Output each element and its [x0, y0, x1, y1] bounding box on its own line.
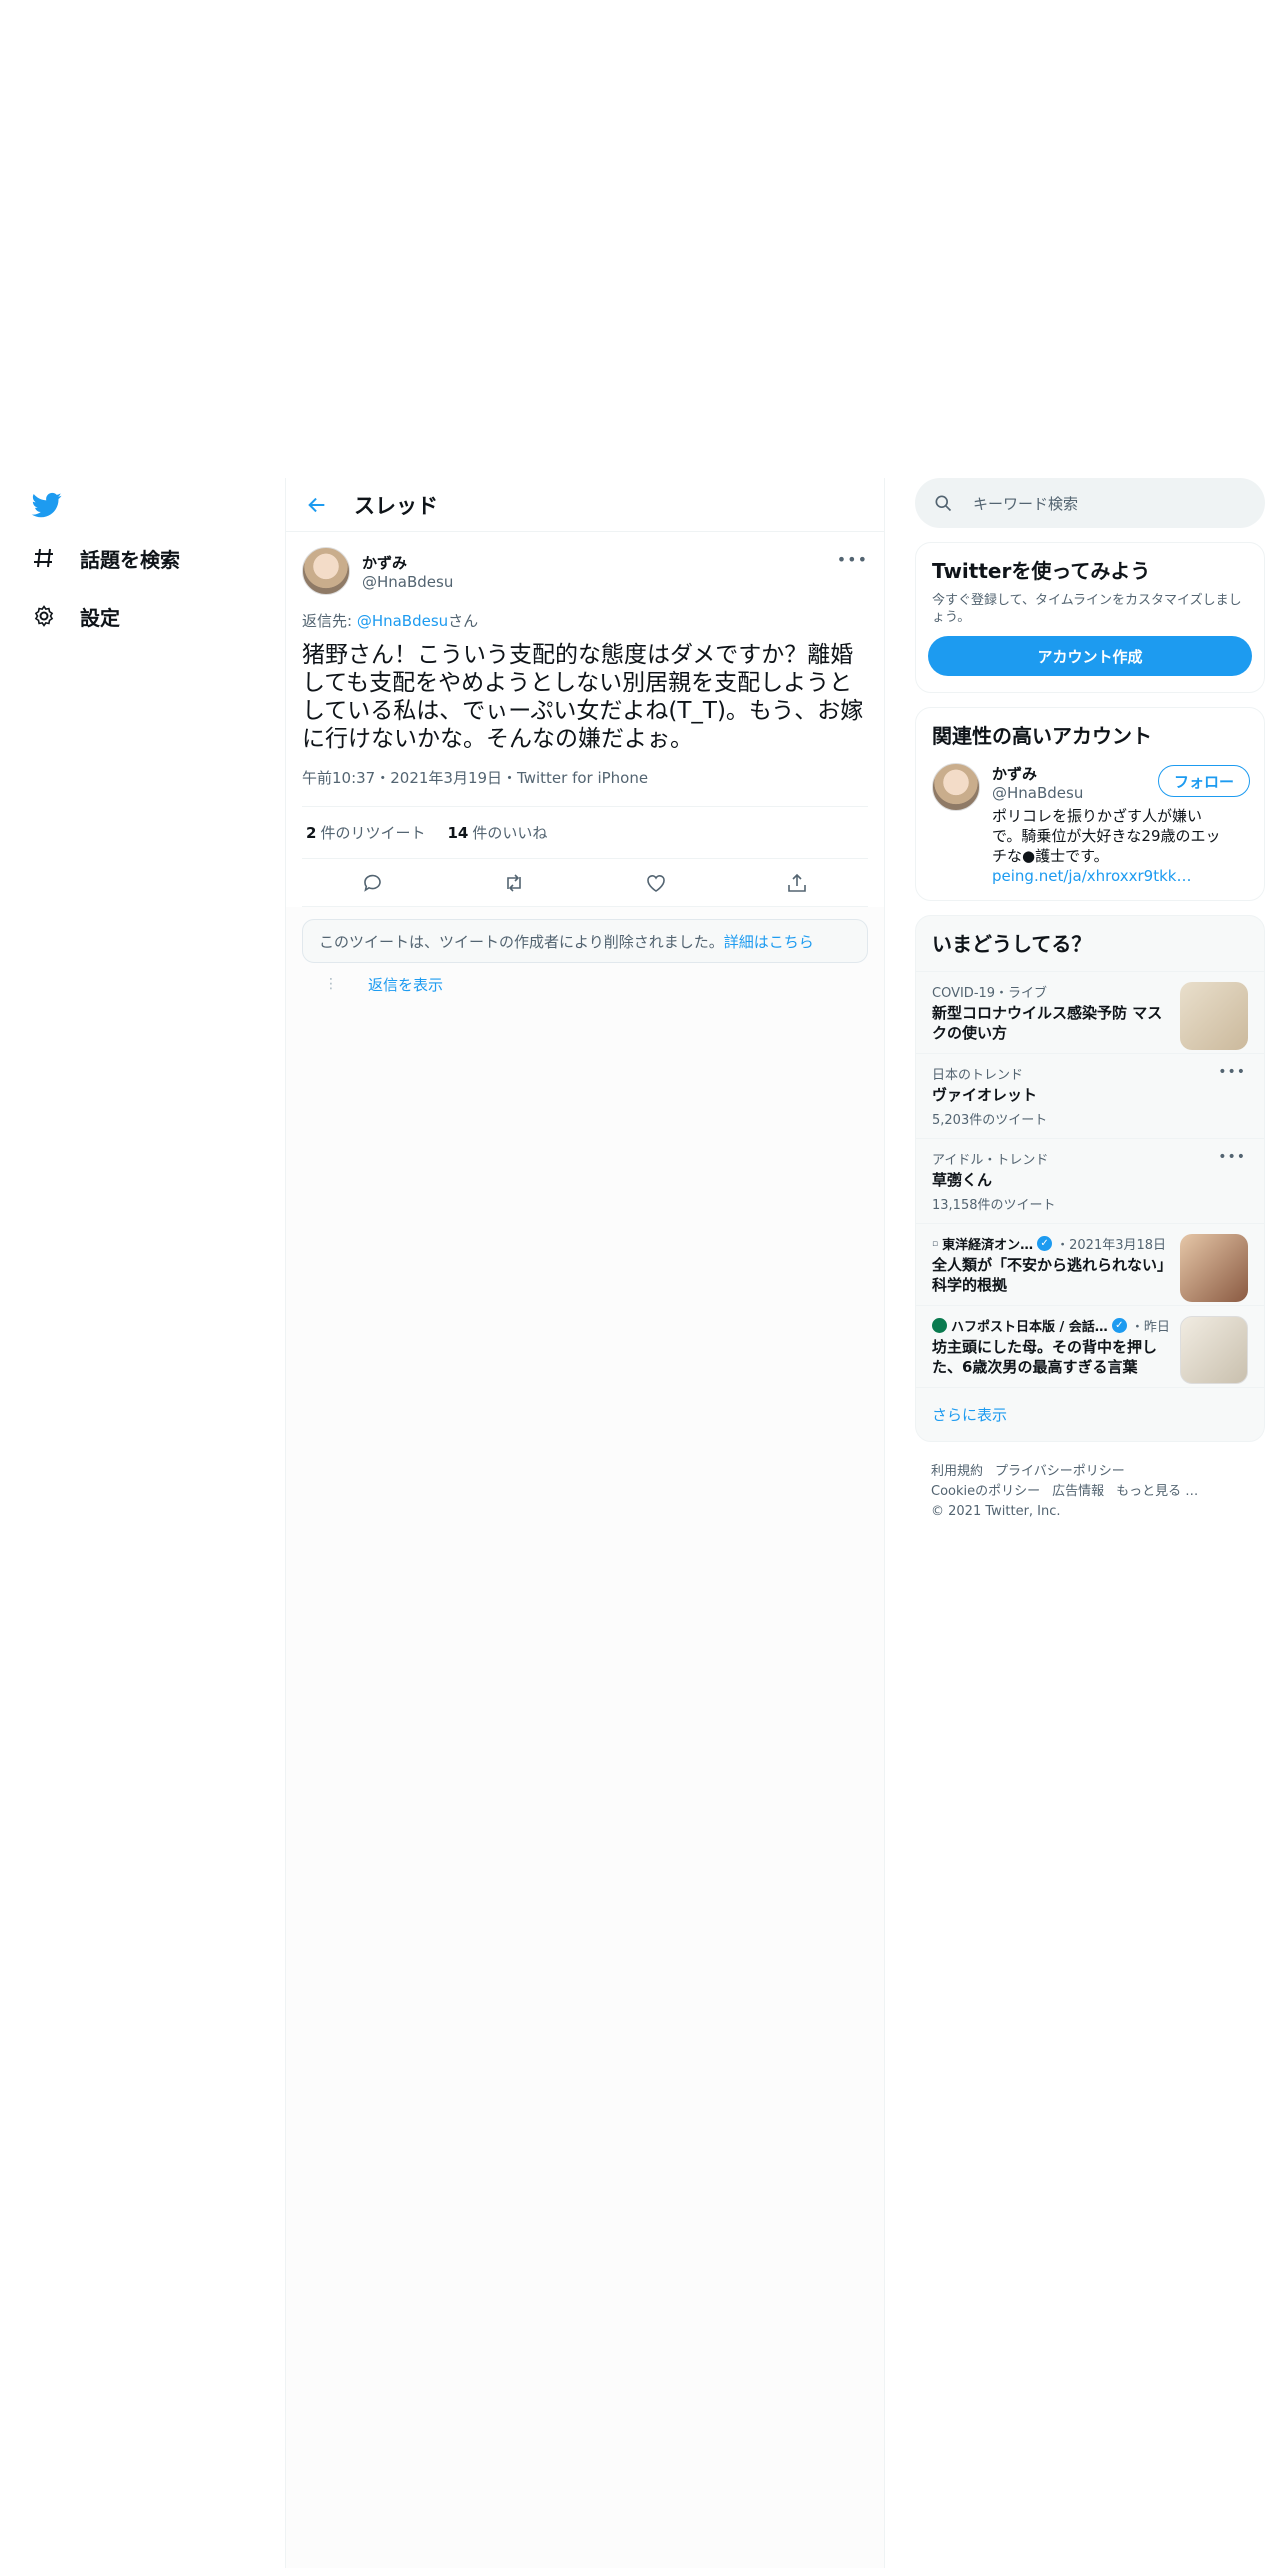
- more-options-icon[interactable]: •••: [1218, 1064, 1246, 1080]
- search-input[interactable]: キーワード検索: [973, 493, 1078, 514]
- trend-title: 坊主頭にした母。その背中を押した、6歳次男の最高すぎる言葉: [932, 1338, 1158, 1376]
- search-box[interactable]: キーワード検索: [915, 478, 1265, 528]
- trend-thumbnail: [1180, 1316, 1248, 1384]
- trend-source-time: ・2021年3月18日: [1056, 1238, 1167, 1253]
- footer-link[interactable]: プライバシーポリシー: [995, 1464, 1125, 1479]
- thread-header: スレッド: [286, 478, 884, 532]
- nav-explore-label: 話題を検索: [80, 547, 180, 572]
- learn-more-link[interactable]: 詳細はこちら: [724, 931, 814, 952]
- tweet-text: 猪野さん！こういう支配的な態度はダメですか？離婚しても支配をやめようとしない別居…: [302, 642, 864, 752]
- related-bio-text: ポリコレを振りかざす人が嫌いで。騎乗位が大好きな29歳のエッチな●護士です。: [992, 807, 1221, 865]
- nav-explore[interactable]: 話題を検索: [30, 538, 180, 578]
- trend-item[interactable]: 日本のトレンド ヴァイオレット 5,203件のツイート •••: [916, 1053, 1264, 1138]
- create-account-button[interactable]: アカウント作成: [928, 636, 1252, 676]
- footer-link[interactable]: もっと見る …: [1116, 1484, 1198, 1499]
- footer-link[interactable]: 利用規約: [931, 1464, 983, 1479]
- search-icon: [935, 495, 952, 512]
- like-icon[interactable]: [644, 871, 668, 895]
- reply-prefix: 返信先:: [302, 612, 357, 630]
- verified-icon: ✓: [1037, 1236, 1053, 1251]
- tweet-stats: 2 件のリツイート 14 件のいいね: [302, 807, 868, 859]
- gear-icon: [30, 602, 58, 630]
- share-icon[interactable]: [785, 871, 809, 895]
- tweet-actions: [302, 859, 868, 907]
- thread-column: スレッド かずみ @HnaBdesu ••• 返信先: @HnaBdesuさん …: [285, 478, 885, 2568]
- signup-desc: 今すぐ登録して、タイムラインをカスタマイズしましょう。: [932, 593, 1242, 625]
- retweet-icon[interactable]: [502, 871, 526, 895]
- footer-link[interactable]: Cookieのポリシー: [931, 1484, 1040, 1499]
- trend-item[interactable]: ▫ 東洋経済オン… ✓ ・2021年3月18日 全人類が「不安から逃れられない」科学的…: [916, 1223, 1264, 1305]
- trend-meta: 日本のトレンド: [932, 1068, 1024, 1083]
- trend-source-time: ・昨日: [1130, 1320, 1170, 1335]
- retweet-number: 2: [306, 824, 317, 842]
- reply-to-link[interactable]: @HnaBdesu: [357, 612, 448, 630]
- main-tweet: かずみ @HnaBdesu ••• 返信先: @HnaBdesuさん 猪野さん！…: [286, 532, 884, 907]
- avatar[interactable]: [302, 547, 350, 595]
- trend-item[interactable]: アイドル・トレンド 草彅くん 13,158件のツイート •••: [916, 1138, 1264, 1223]
- like-count[interactable]: 14 件のいいね: [447, 822, 547, 843]
- reply-icon[interactable]: [361, 871, 385, 895]
- related-title: 関連性の高いアカウント: [932, 724, 1152, 748]
- tweet-timestamp[interactable]: 午前10:37・2021年3月19日・Twitter for iPhone: [302, 767, 868, 807]
- show-more-link[interactable]: さらに表示: [916, 1387, 1264, 1441]
- tweet-author[interactable]: かずみ @HnaBdesu: [302, 532, 868, 598]
- avatar[interactable]: [932, 763, 980, 811]
- twitter-logo-icon[interactable]: [30, 490, 64, 520]
- footer: 利用規約 プライバシーポリシー Cookieのポリシー 広告情報 もっと見る … © …: [915, 1442, 1265, 1542]
- deleted-tweet-notice: このツイートは、ツイートの作成者により削除されました。 詳細はこちら: [302, 919, 868, 963]
- retweet-label: 件のリツイート: [320, 824, 426, 842]
- trend-title: 新型コロナウイルス感染予防 マスクの使い方: [932, 1004, 1163, 1042]
- footer-link[interactable]: 広告情報: [1052, 1484, 1104, 1499]
- signup-title: Twitterを使ってみよう: [932, 559, 1151, 583]
- like-number: 14: [447, 824, 469, 842]
- retweet-count[interactable]: 2 件のリツイート: [306, 822, 425, 843]
- trend-count: 13,158件のツイート: [932, 1198, 1056, 1213]
- trend-item[interactable]: COVID-19・ライブ 新型コロナウイルス感染予防 マスクの使い方: [916, 971, 1264, 1053]
- more-options-icon[interactable]: •••: [837, 550, 868, 569]
- author-name[interactable]: かずみ: [362, 552, 453, 573]
- show-replies-link[interactable]: 返信を表示: [368, 974, 443, 995]
- related-bio-link[interactable]: peing.net/ja/xhroxxr9tkk…: [992, 867, 1191, 885]
- trend-count: 5,203件のツイート: [932, 1113, 1048, 1128]
- trends-title: いまどうしてる？: [932, 932, 1092, 956]
- source-logo-icon: [932, 1318, 947, 1333]
- nav-settings[interactable]: 設定: [30, 596, 120, 636]
- like-label: 件のいいね: [472, 824, 548, 842]
- trends-card: いまどうしてる？ COVID-19・ライブ 新型コロナウイルス感染予防 マスクの…: [915, 915, 1265, 1442]
- author-handle[interactable]: @HnaBdesu: [362, 573, 453, 591]
- more-options-icon[interactable]: •••: [1218, 1149, 1246, 1165]
- reply-to: 返信先: @HnaBdesuさん: [302, 610, 868, 631]
- related-bio: ポリコレを振りかざす人が嫌いで。騎乗位が大好きな29歳のエッチな●護士です。 pe…: [992, 806, 1222, 886]
- signup-card: Twitterを使ってみよう 今すぐ登録して、タイムラインをカスタマイズしましょ…: [915, 542, 1265, 693]
- trend-title: ヴァイオレット: [932, 1086, 1038, 1104]
- back-arrow-icon[interactable]: [306, 494, 328, 516]
- nav-settings-label: 設定: [80, 605, 120, 630]
- page-title: スレッド: [354, 493, 438, 518]
- copyright: © 2021 Twitter, Inc.: [931, 1504, 1061, 1519]
- trend-thumbnail: [1180, 1234, 1248, 1302]
- hashtag-icon: [30, 544, 58, 572]
- trend-meta: アイドル・トレンド: [932, 1153, 1049, 1168]
- follow-button[interactable]: フォロー: [1158, 765, 1250, 797]
- reply-suffix: さん: [448, 612, 479, 630]
- related-account[interactable]: かずみ @HnaBdesu ポリコレを振りかざす人が嫌いで。騎乗位が大好きな29…: [916, 749, 1264, 900]
- thread-dots-icon: ⋮: [324, 976, 338, 992]
- show-replies-row: ⋮ 返信を表示: [286, 963, 884, 1005]
- trend-source-name: ハフポスト日本版 / 会話…: [951, 1320, 1108, 1335]
- deleted-notice-text: このツイートは、ツイートの作成者により削除されました。: [319, 932, 724, 951]
- trend-item[interactable]: ハフポスト日本版 / 会話… ✓ ・昨日 坊主頭にした母。その背中を押した、6歳次男…: [916, 1305, 1264, 1387]
- verified-icon: ✓: [1111, 1318, 1127, 1333]
- right-sidebar: キーワード検索 Twitterを使ってみよう 今すぐ登録して、タイムラインをカス…: [915, 478, 1265, 1542]
- related-accounts-card: 関連性の高いアカウント かずみ @HnaBdesu ポリコレを振りかざす人が嫌い…: [915, 707, 1265, 901]
- trend-thumbnail: [1180, 982, 1248, 1050]
- trend-title: 全人類が「不安から逃れられない」科学的根拠: [932, 1256, 1173, 1294]
- trend-title: 草彅くん: [932, 1171, 993, 1189]
- source-logo-icon: ▫: [932, 1238, 939, 1249]
- trend-source-name: 東洋経済オン…: [942, 1238, 1034, 1253]
